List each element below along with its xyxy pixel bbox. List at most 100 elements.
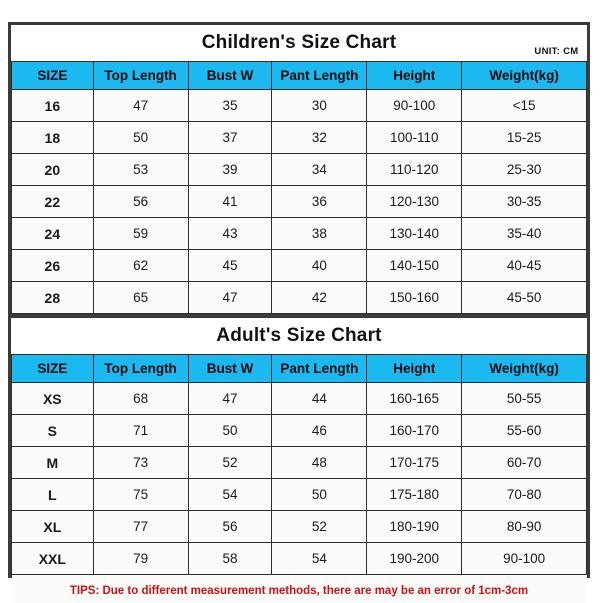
cell-pant-length: 34: [272, 154, 367, 186]
cell-weight: 15-25: [462, 122, 587, 154]
table-row: L 75 54 50 175-180 70-80: [12, 479, 587, 511]
cell-pant-length: 50: [272, 479, 367, 511]
cell-top-length: 65: [93, 282, 188, 314]
cell-height: 120-130: [367, 186, 462, 218]
cell-weight: <15: [462, 90, 587, 122]
cell-pant-length: 38: [272, 218, 367, 250]
cell-size: S: [12, 415, 94, 447]
table-row: S 71 50 46 160-170 55-60: [12, 415, 587, 447]
children-column-header-bust-w: Bust W: [188, 62, 272, 90]
table-row: M 73 52 48 170-175 60-70: [12, 447, 587, 479]
cell-top-length: 68: [93, 383, 188, 415]
table-row: 24 59 43 38 130-140 35-40: [12, 218, 587, 250]
cell-pant-length: 44: [272, 383, 367, 415]
tips-cell: TIPS: Due to different measurement metho…: [12, 575, 587, 603]
children-column-header-size: SIZE: [12, 62, 94, 90]
cell-weight: 50-55: [462, 383, 587, 415]
cell-bust-w: 47: [188, 383, 272, 415]
cell-weight: 30-35: [462, 186, 587, 218]
cell-weight: 70-80: [462, 479, 587, 511]
cell-weight: 60-70: [462, 447, 587, 479]
cell-bust-w: 54: [188, 479, 272, 511]
cell-weight: 35-40: [462, 218, 587, 250]
cell-bust-w: 39: [188, 154, 272, 186]
children-column-header-pant-length: Pant Length: [272, 62, 367, 90]
table-row: XXL 79 58 54 190-200 90-100: [12, 543, 587, 575]
table-row: XS 68 47 44 160-165 50-55: [12, 383, 587, 415]
cell-weight: 90-100: [462, 543, 587, 575]
tips-note: TIPS: Due to different measurement metho…: [70, 585, 528, 597]
cell-height: 180-190: [367, 511, 462, 543]
cell-pant-length: 32: [272, 122, 367, 154]
adult-title-cell: Adult's Size Chart: [12, 318, 587, 355]
children-chart-title: Children's Size Chart: [202, 32, 397, 53]
cell-size: 26: [12, 250, 94, 282]
cell-top-length: 79: [93, 543, 188, 575]
cell-pant-length: 54: [272, 543, 367, 575]
cell-size: M: [12, 447, 94, 479]
table-row: XL 77 56 52 180-190 80-90: [12, 511, 587, 543]
cell-size: XXL: [12, 543, 94, 575]
adult-chart-title: Adult's Size Chart: [216, 325, 381, 346]
cell-size: 24: [12, 218, 94, 250]
cell-size: 18: [12, 122, 94, 154]
cell-bust-w: 50: [188, 415, 272, 447]
children-column-header-height: Height: [367, 62, 462, 90]
table-row: 20 53 39 34 110-120 25-30: [12, 154, 587, 186]
children-column-header-weight: Weight(kg): [462, 62, 587, 90]
cell-size: 28: [12, 282, 94, 314]
cell-bust-w: 43: [188, 218, 272, 250]
adult-column-header-weight: Weight(kg): [462, 355, 587, 383]
cell-height: 140-150: [367, 250, 462, 282]
cell-size: L: [12, 479, 94, 511]
table-row: 16 47 35 30 90-100 <15: [12, 90, 587, 122]
tips-row: TIPS: Due to different measurement metho…: [12, 575, 587, 603]
table-row: 18 50 37 32 100-110 15-25: [12, 122, 587, 154]
cell-height: 160-165: [367, 383, 462, 415]
cell-top-length: 53: [93, 154, 188, 186]
cell-pant-length: 40: [272, 250, 367, 282]
cell-height: 100-110: [367, 122, 462, 154]
children-size-chart-table: Children's Size Chart UNIT: CM SIZE Top …: [11, 25, 587, 314]
adult-header-row: SIZE Top Length Bust W Pant Length Heigh…: [12, 355, 587, 383]
adult-size-chart-table: Adult's Size Chart SIZE Top Length Bust …: [11, 318, 587, 603]
table-row: 26 62 45 40 140-150 40-45: [12, 250, 587, 282]
cell-bust-w: 52: [188, 447, 272, 479]
cell-height: 175-180: [367, 479, 462, 511]
cell-weight: 45-50: [462, 282, 587, 314]
cell-height: 90-100: [367, 90, 462, 122]
cell-bust-w: 58: [188, 543, 272, 575]
cell-weight: 40-45: [462, 250, 587, 282]
cell-top-length: 47: [93, 90, 188, 122]
cell-bust-w: 41: [188, 186, 272, 218]
cell-size: XS: [12, 383, 94, 415]
cell-height: 160-170: [367, 415, 462, 447]
cell-size: 16: [12, 90, 94, 122]
cell-bust-w: 37: [188, 122, 272, 154]
cell-pant-length: 48: [272, 447, 367, 479]
cell-top-length: 77: [93, 511, 188, 543]
unit-note: UNIT: CM: [534, 46, 578, 57]
cell-weight: 55-60: [462, 415, 587, 447]
cell-pant-length: 52: [272, 511, 367, 543]
size-chart-sheet: Children's Size Chart UNIT: CM SIZE Top …: [8, 22, 590, 578]
cell-bust-w: 47: [188, 282, 272, 314]
children-column-header-top-length: Top Length: [93, 62, 188, 90]
cell-size: XL: [12, 511, 94, 543]
cell-height: 170-175: [367, 447, 462, 479]
table-row: 28 65 47 42 150-160 45-50: [12, 282, 587, 314]
cell-height: 190-200: [367, 543, 462, 575]
cell-bust-w: 45: [188, 250, 272, 282]
cell-top-length: 56: [93, 186, 188, 218]
cell-bust-w: 56: [188, 511, 272, 543]
cell-top-length: 59: [93, 218, 188, 250]
adult-title-row: Adult's Size Chart: [12, 318, 587, 355]
cell-size: 22: [12, 186, 94, 218]
adult-column-header-pant-length: Pant Length: [272, 355, 367, 383]
cell-height: 130-140: [367, 218, 462, 250]
cell-size: 20: [12, 154, 94, 186]
cell-pant-length: 42: [272, 282, 367, 314]
children-title-cell: Children's Size Chart UNIT: CM: [12, 25, 587, 62]
cell-pant-length: 46: [272, 415, 367, 447]
cell-top-length: 75: [93, 479, 188, 511]
